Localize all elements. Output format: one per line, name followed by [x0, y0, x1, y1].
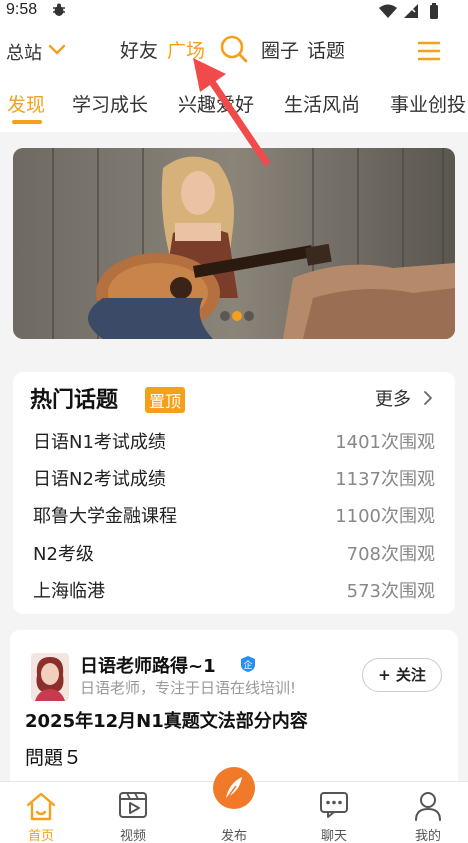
topic-row[interactable]: N2考级 708次围观 [33, 540, 435, 570]
top-bar: 总站 好友 广场 圈子 话题 [0, 22, 468, 78]
more-link[interactable]: 更多 [375, 385, 411, 411]
carousel-dot[interactable] [220, 311, 230, 321]
home-icon [26, 792, 56, 821]
nav-video-label: 视频 [119, 829, 146, 843]
category-tab-hobbies[interactable]: 兴趣爱好 [178, 90, 254, 117]
nav-publish-label[interactable]: 发布 [199, 825, 269, 843]
topic-row[interactable]: 日语N2考试成绩 1137次围观 [33, 465, 435, 495]
topic-views: 1401次围观 [335, 432, 435, 453]
author-bio: 日语老师，专注于日语在线培训! [80, 679, 297, 697]
category-tab-lifestyle[interactable]: 生活风尚 [284, 90, 360, 117]
category-tabs: 发现 学习成长 兴趣爱好 生活风尚 事业创投 [0, 78, 468, 132]
nav-home[interactable]: 首页 [6, 782, 76, 843]
debug-bug-icon [53, 3, 65, 16]
publish-feather-icon[interactable] [212, 766, 256, 810]
nav-me-label: 我的 [414, 829, 441, 843]
active-tab-indicator [12, 120, 42, 124]
video-icon [119, 792, 147, 818]
category-tab-business[interactable]: 事业创投 [390, 90, 466, 117]
follow-button[interactable]: + 关注 [362, 658, 442, 692]
banner-carousel[interactable] [13, 148, 455, 339]
menu-icon[interactable] [418, 40, 440, 62]
nav-chat-label: 聊天 [320, 829, 347, 843]
search-icon[interactable] [219, 34, 249, 64]
battery-icon [430, 5, 438, 19]
post-body: 問題５ [25, 747, 83, 769]
topic-name: 耶鲁大学金融课程 [33, 506, 177, 527]
topic-name: 日语N2考试成绩 [33, 469, 166, 490]
carousel-dot[interactable] [244, 311, 254, 321]
topic-views: 1100次围观 [335, 506, 435, 527]
tab-topic[interactable]: 话题 [307, 36, 345, 63]
topic-views: 708次围观 [346, 544, 435, 565]
category-tab-discover[interactable]: 发现 [7, 90, 45, 117]
post-title[interactable]: 2025年12月N1真题文法部分内容 [25, 707, 308, 733]
category-tab-learning[interactable]: 学习成长 [72, 90, 148, 117]
verified-badge-icon: 企 [241, 656, 255, 672]
topic-row[interactable]: 耶鲁大学金融课程 1100次围观 [33, 502, 435, 532]
author-name[interactable]: 日语老师路得~1 [80, 652, 216, 678]
topic-name: 上海临港 [33, 581, 105, 602]
chevron-right-icon[interactable] [423, 390, 433, 406]
pin-badge: 置顶 [145, 387, 186, 413]
svg-text:企: 企 [243, 659, 252, 671]
bottom-nav: 首页 视频 发布 聊天 我的 [0, 767, 468, 843]
topic-views: 573次围观 [346, 581, 435, 602]
hot-topics-card: 热门话题 置顶 更多 日语N1考试成绩 1401次围观 日语N2考试成绩 113… [13, 372, 455, 614]
nav-chat[interactable]: 聊天 [299, 782, 369, 843]
carousel-dots [220, 306, 256, 325]
avatar[interactable] [31, 653, 69, 701]
topic-name: 日语N1考试成绩 [33, 432, 166, 453]
nav-video[interactable]: 视频 [98, 782, 168, 843]
wifi-icon [379, 4, 397, 18]
tab-circle[interactable]: 圈子 [261, 36, 299, 63]
topic-row[interactable]: 日语N1考试成绩 1401次围观 [33, 428, 435, 458]
hot-topics-title: 热门话题 [30, 388, 119, 413]
signal-icon [404, 4, 418, 18]
status-bar: 9:58 [0, 0, 468, 22]
tab-plaza[interactable]: 广场 [167, 36, 205, 63]
topic-row[interactable]: 上海临港 573次围观 [33, 577, 435, 607]
tab-friends[interactable]: 好友 [120, 36, 158, 63]
chevron-down-icon[interactable] [48, 44, 66, 56]
user-icon [415, 792, 441, 821]
region-selector[interactable]: 总站 [6, 39, 42, 65]
status-icons [379, 3, 438, 19]
nav-home-label: 首页 [27, 829, 54, 843]
chat-icon [320, 792, 348, 818]
topic-views: 1137次围观 [335, 469, 435, 490]
status-time: 9:58 [6, 1, 38, 18]
topic-name: N2考级 [33, 544, 94, 565]
carousel-dot-active[interactable] [232, 311, 242, 321]
nav-me[interactable]: 我的 [393, 782, 463, 843]
